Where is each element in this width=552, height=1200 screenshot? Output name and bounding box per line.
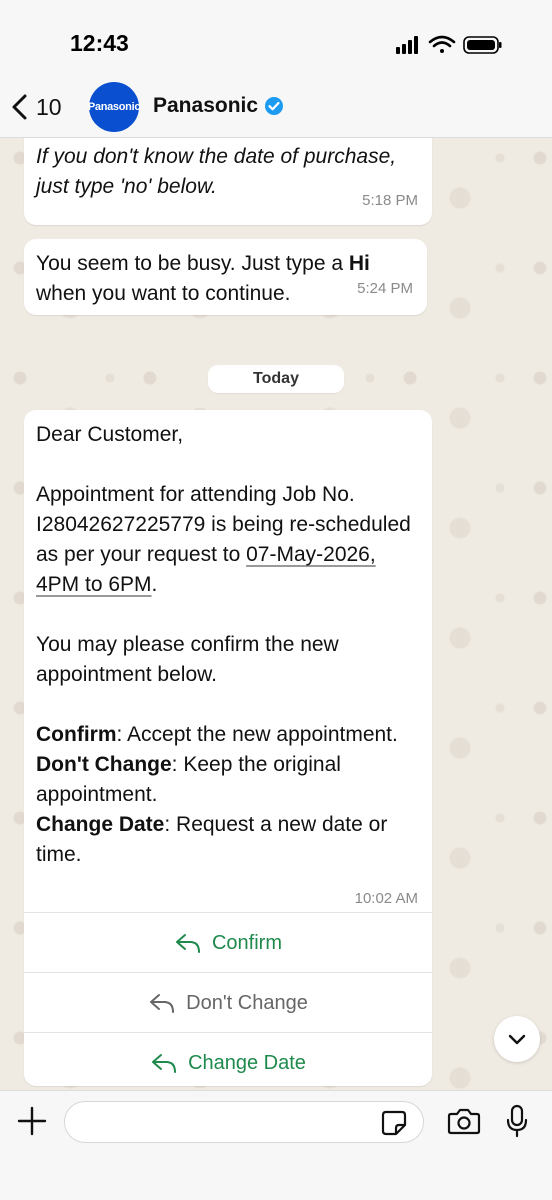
camera-icon[interactable] [447,1107,481,1135]
contact-name-text: Panasonic [153,94,259,117]
wifi-icon [428,35,456,53]
plus-icon[interactable] [16,1105,48,1137]
status-time: 12:43 [70,30,129,56]
option-change-date-text: Change Date: Request a new date or time. [36,813,388,866]
date-divider: Today [208,365,344,393]
status-bar: 12:43 [0,0,552,72]
reply-icon [152,1053,177,1073]
microphone-icon[interactable] [505,1104,529,1138]
contact-name[interactable]: Panasonic [153,94,284,118]
template-message-bubble[interactable]: Dear Customer, Appointment for attending… [24,410,432,1086]
confirm-button[interactable]: Confirm [24,912,432,972]
dont-change-button[interactable]: Don't Change [24,972,432,1032]
verified-badge-icon [265,97,284,115]
option-dont-change-text: Don't Change: Keep the original appointm… [36,753,341,806]
status-icons [394,34,504,54]
message-bubble[interactable]: You seem to be busy. Just type a Hi when… [24,239,427,315]
input-bar [0,1090,552,1200]
chat-area[interactable]: If you don't know the date of purchase, … [0,128,552,1090]
message-time: 5:24 PM [357,280,413,297]
message-text: If you don't know the date of purchase, … [36,145,397,198]
message-input[interactable] [64,1101,424,1143]
reply-icon [150,993,175,1013]
message-bold-text: Hi [348,252,370,275]
chevron-down-icon [508,1034,526,1045]
sticker-icon[interactable] [380,1109,408,1137]
back-button[interactable]: 10 [10,90,70,124]
message-time: 10:02 AM [354,890,418,907]
message-time: 5:18 PM [362,192,418,209]
battery-icon [463,36,502,54]
signal-icon [396,36,418,54]
chat-header: 10 Panasonic Panasonic [0,72,552,138]
unread-count: 10 [36,93,62,120]
quick-reply-buttons: Confirm Don't Change Change Date [24,912,432,1092]
option-confirm-text: Confirm: Accept the new appointment. [36,723,398,746]
scroll-down-button[interactable] [494,1016,540,1062]
message-bubble[interactable]: If you don't know the date of purchase, … [24,128,432,225]
reply-icon [175,933,200,953]
message-text: You seem to be busy. Just type a [36,252,349,275]
message-body-2: You may please confirm the new appointme… [36,633,339,686]
change-date-button[interactable]: Change Date [24,1032,432,1092]
message-greeting: Dear Customer, [36,423,184,446]
message-text: when you want to continue. [36,282,291,305]
avatar[interactable]: Panasonic [88,82,140,132]
message-body: Appointment for attending Job No. I28042… [36,483,411,596]
chevron-left-icon [12,94,27,120]
